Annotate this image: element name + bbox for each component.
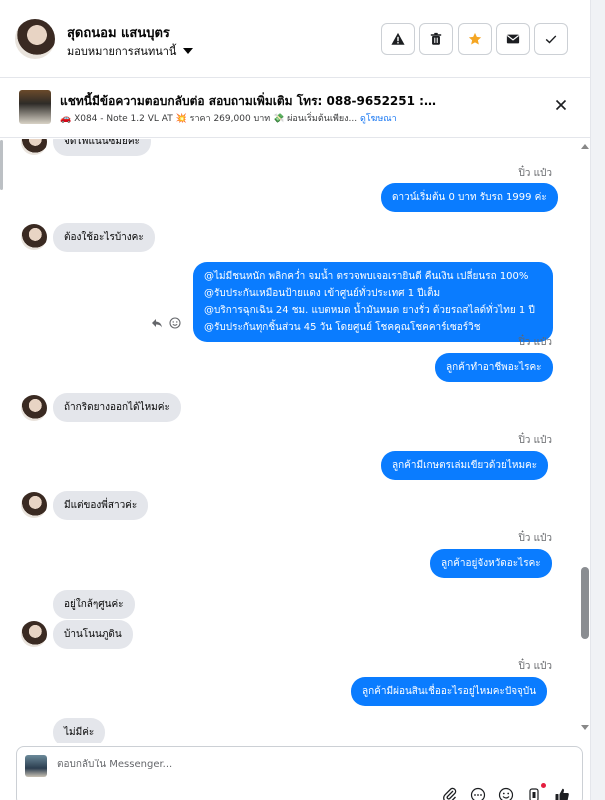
ad-context-banner[interactable]: แชทนี้มีข้อความตอบกลับต่อ สอบถามเพิ่มเติ… bbox=[0, 78, 590, 138]
check-icon bbox=[545, 35, 557, 44]
outgoing-message-multiline[interactable]: @ไม่มีชนหนัก พลิกคว่ำ จมน้ำ ตรวจพบเจอเรา… bbox=[193, 262, 553, 342]
contact-avatar[interactable] bbox=[15, 19, 55, 59]
react-emoji-icon[interactable] bbox=[169, 317, 181, 329]
chevron-down-icon bbox=[183, 48, 194, 54]
mark-unread-button[interactable] bbox=[496, 23, 530, 55]
mail-icon bbox=[506, 34, 520, 44]
reply-composer bbox=[16, 746, 583, 800]
sender-name: ปิ๋ว แป๋ว bbox=[518, 533, 552, 544]
ad-thumbnail bbox=[19, 90, 51, 124]
mark-spam-button[interactable] bbox=[381, 23, 415, 55]
emoji-icon[interactable] bbox=[498, 787, 514, 800]
message-actions bbox=[151, 317, 181, 329]
message-line: @บริการฉุกเฉิน 24 ชม. แบตหมด น้ำมันหมด ย… bbox=[204, 305, 535, 316]
composer-toolbar bbox=[442, 787, 570, 800]
contact-name[interactable]: สุดถนอม แสนบุตร bbox=[67, 22, 170, 43]
reply-input[interactable] bbox=[57, 759, 537, 770]
message-line: @รับประกันเหมือนป้ายแดง เข้าศูนย์ทั่วประ… bbox=[204, 288, 441, 299]
ad-subtitle: 🚗 X084 - Note 1.2 VL AT 💥 ราคา 269,000 บ… bbox=[60, 111, 397, 125]
mark-done-button[interactable] bbox=[534, 23, 568, 55]
ad-description: 🚗 X084 - Note 1.2 VL AT 💥 ราคา 269,000 บ… bbox=[60, 114, 358, 124]
outgoing-message[interactable]: ดาวน์เริ่มต้น 0 บาท รับรถ 1999 ค่ะ bbox=[381, 183, 558, 212]
sender-name: ปิ๋ว แป๋ว bbox=[518, 168, 552, 179]
scroll-up-arrow[interactable] bbox=[581, 144, 589, 149]
close-icon[interactable] bbox=[555, 99, 567, 111]
sender-name: ปิ๋ว แป๋ว bbox=[518, 435, 552, 446]
incoming-message[interactable]: มีแต่ของพี่สาวค่ะ bbox=[53, 491, 149, 520]
sender-name: ปิ๋ว แป๋ว bbox=[518, 337, 552, 348]
contact-avatar-small bbox=[21, 492, 47, 518]
outgoing-message[interactable]: ลูกค้าทำอาชีพอะไรคะ bbox=[435, 353, 553, 382]
ai-icon[interactable] bbox=[526, 787, 542, 800]
incoming-message[interactable]: อยู่ใกล้ๆศูนค่ะ bbox=[53, 590, 135, 619]
window-edge bbox=[590, 0, 605, 800]
outgoing-message[interactable]: ลูกค้าอยู่จังหวัดอะไรคะ bbox=[430, 549, 552, 578]
notification-dot bbox=[541, 783, 546, 788]
page-avatar bbox=[25, 755, 47, 777]
view-ad-link[interactable]: ดูโฆษณา bbox=[360, 114, 397, 124]
sender-name: ปิ๋ว แป๋ว bbox=[518, 661, 552, 672]
trash-icon bbox=[430, 32, 442, 45]
contact-avatar-small bbox=[21, 621, 47, 647]
more-icon[interactable] bbox=[470, 787, 486, 800]
message-thread: จัดไฟแนนซ์มั้ยคะ ปิ๋ว แป๋ว ดาวน์เริ่มต้น… bbox=[0, 139, 576, 743]
scrollbar-thumb[interactable] bbox=[581, 567, 589, 639]
incoming-message[interactable]: จัดไฟแนนซ์มั้ยคะ bbox=[53, 139, 151, 156]
contact-avatar-small bbox=[21, 224, 47, 250]
incoming-message[interactable]: ไม่มีค่ะ bbox=[53, 718, 106, 743]
delete-button[interactable] bbox=[419, 23, 453, 55]
ad-title: แชทนี้มีข้อความตอบกลับต่อ สอบถามเพิ่มเติ… bbox=[60, 94, 440, 108]
message-line: @รับประกันทุกชิ้นส่วน 45 วัน โดยศูนย์ โช… bbox=[204, 322, 481, 333]
assign-conversation-dropdown[interactable]: มอบหมายการสนทนานี้ bbox=[67, 42, 194, 60]
message-line: @ไม่มีชนหนัก พลิกคว่ำ จมน้ำ ตรวจพบเจอเรา… bbox=[204, 271, 529, 282]
incoming-message[interactable]: ต้องใช้อะไรบ้างคะ bbox=[53, 223, 155, 252]
star-icon bbox=[468, 32, 482, 45]
thumbs-up-icon[interactable] bbox=[554, 787, 570, 800]
incoming-message[interactable]: บ้านโนนภูดิน bbox=[53, 620, 133, 649]
incoming-message[interactable]: ถ้ากริดยางออกได้ไหมค่ะ bbox=[53, 393, 181, 422]
contact-avatar-small bbox=[21, 395, 47, 421]
outgoing-message[interactable]: ลูกค้ามีผ่อนสินเชื่ออะไรอยู่ไหมคะปัจจุบั… bbox=[351, 677, 548, 706]
attach-icon[interactable] bbox=[442, 787, 458, 800]
message-scrollbar[interactable] bbox=[578, 140, 590, 735]
outgoing-message[interactable]: ลูกค้ามีเกษตรเล่มเขียวด้วยไหมคะ bbox=[381, 451, 549, 480]
reply-icon[interactable] bbox=[151, 317, 163, 329]
scroll-down-arrow[interactable] bbox=[581, 725, 589, 730]
assign-label: มอบหมายการสนทนานี้ bbox=[67, 45, 177, 58]
contact-avatar-small bbox=[21, 139, 47, 155]
star-button[interactable] bbox=[458, 23, 492, 55]
conversation-header: สุดถนอม แสนบุตร มอบหมายการสนทนานี้ bbox=[0, 0, 590, 78]
warning-icon bbox=[391, 32, 405, 45]
